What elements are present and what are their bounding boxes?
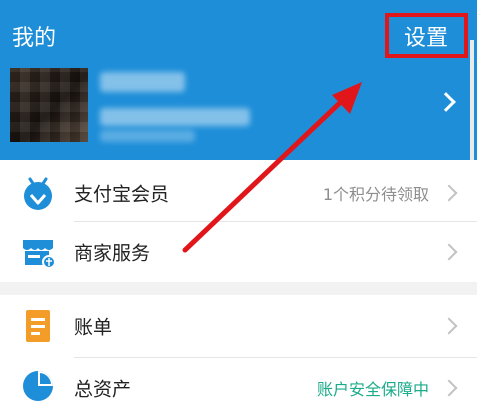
list-item-bill[interactable]: 账单 <box>0 295 477 357</box>
chevron-right-icon <box>440 184 458 202</box>
assets-pie-icon <box>23 371 53 401</box>
total-assets-label: 总资产 <box>74 378 132 401</box>
chevron-right-icon <box>440 317 458 335</box>
member-badge-icon <box>24 177 52 210</box>
merchant-label: 商家服务 <box>74 242 151 265</box>
section-membership: 支付宝会员 1个积分待领取 商家服务 <box>0 160 477 282</box>
chevron-right-icon <box>440 379 458 397</box>
total-assets-value: 账户安全保障中 <box>316 380 429 399</box>
list-item-merchant[interactable]: 商家服务 <box>0 222 477 282</box>
list-item-member[interactable]: 支付宝会员 1个积分待领取 <box>0 160 477 226</box>
list-item-total-assets[interactable]: 总资产 账户安全保障中 <box>0 358 477 418</box>
bill-icon <box>26 310 50 342</box>
chevron-right-icon <box>440 243 458 261</box>
profile-chevron-icon[interactable] <box>436 92 456 112</box>
settings-highlight-box <box>385 13 468 58</box>
member-label: 支付宝会员 <box>74 183 170 206</box>
account-extra-blurred <box>100 130 195 142</box>
member-value: 1个积分待领取 <box>322 185 429 204</box>
merchant-store-icon <box>23 240 56 269</box>
scrollbar[interactable] <box>470 40 474 160</box>
page-title: 我的 <box>12 26 57 51</box>
header: 我的 设置 <box>0 0 477 160</box>
account-blurred <box>100 108 250 126</box>
avatar[interactable] <box>10 68 88 142</box>
bill-label: 账单 <box>74 316 113 339</box>
username-blurred <box>100 72 185 92</box>
section-assets: 账单 总资产 账户安全保障中 <box>0 295 477 418</box>
